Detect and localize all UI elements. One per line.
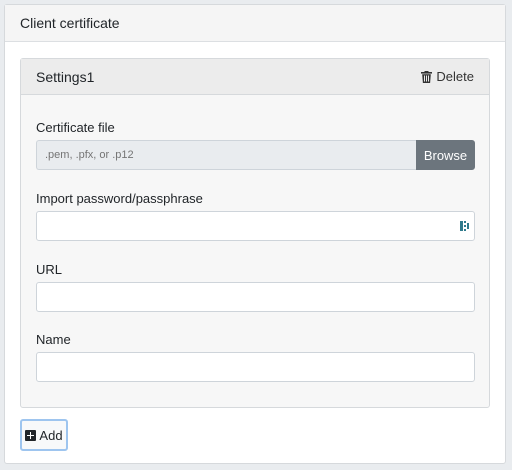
password-field-wrapper xyxy=(36,211,475,241)
certificate-file-group: Browse xyxy=(36,140,475,170)
add-button[interactable]: Add xyxy=(20,419,68,451)
settings-card: Settings1 Delete Certificate file Browse… xyxy=(20,58,490,408)
url-label: URL xyxy=(36,262,63,277)
certificate-file-input[interactable] xyxy=(36,140,416,170)
delete-button[interactable]: Delete xyxy=(421,69,474,84)
url-field[interactable] xyxy=(36,282,475,312)
settings-card-title: Settings1 xyxy=(36,68,95,85)
client-certificate-panel: Client certificate Settings1 Delete Cert… xyxy=(4,4,506,464)
name-field[interactable] xyxy=(36,352,475,382)
plus-square-icon xyxy=(25,429,37,441)
certificate-file-label: Certificate file xyxy=(36,120,115,135)
add-label: Add xyxy=(39,427,63,443)
password-manager-icon[interactable] xyxy=(460,220,470,232)
password-label: Import password/passphrase xyxy=(36,191,203,206)
delete-label: Delete xyxy=(436,69,474,84)
password-field[interactable] xyxy=(37,212,437,240)
name-label: Name xyxy=(36,332,71,347)
panel-title: Client certificate xyxy=(20,15,120,31)
trash-icon xyxy=(421,70,433,83)
browse-button[interactable]: Browse xyxy=(416,140,475,170)
settings-card-header: Settings1 Delete xyxy=(21,59,489,95)
panel-header: Client certificate xyxy=(5,5,505,42)
